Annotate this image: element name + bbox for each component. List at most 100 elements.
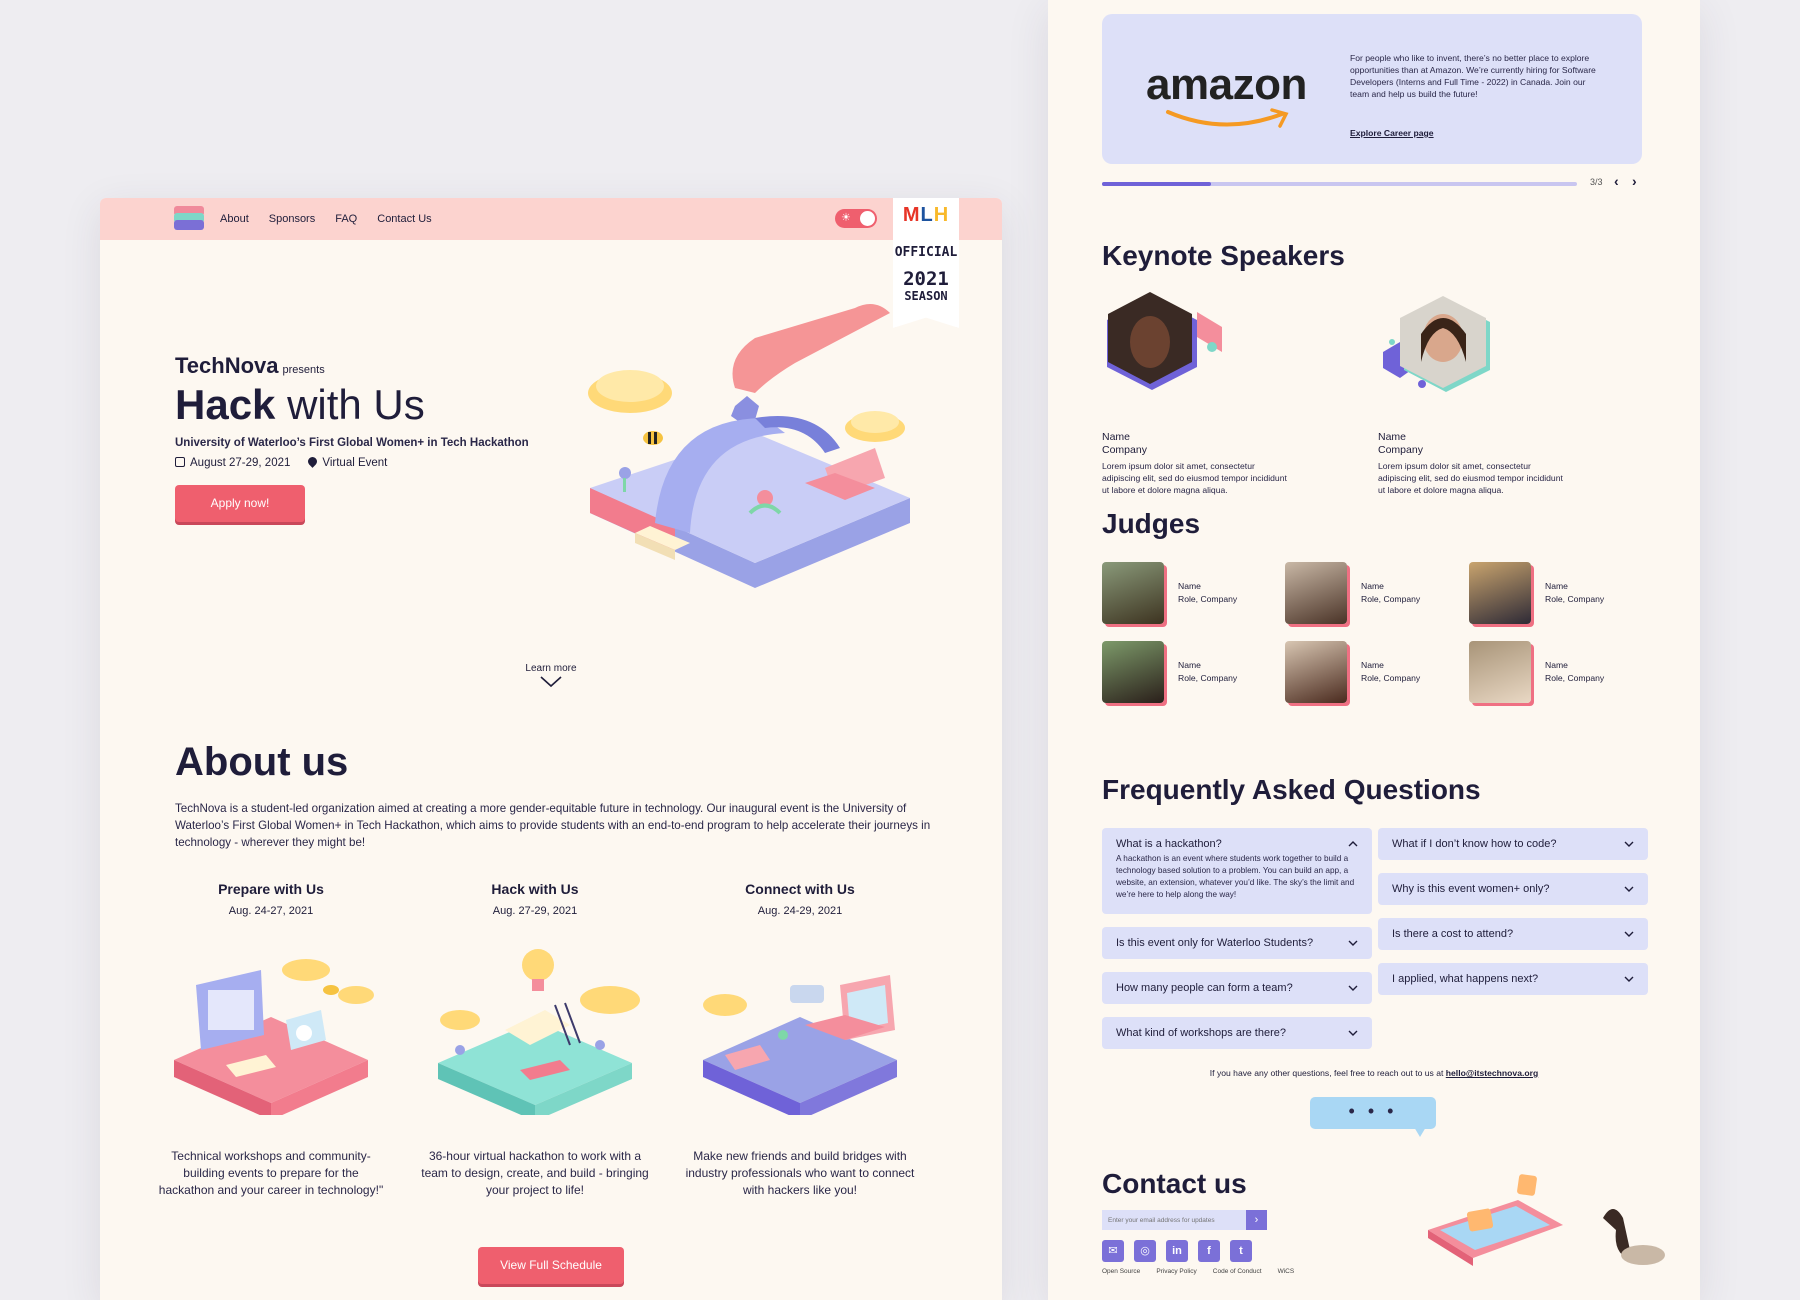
- hero-illustration: [588, 304, 910, 588]
- contact-title: Contact us: [1102, 1168, 1247, 1199]
- faq-question: Is this event only for Waterloo Students…: [1116, 937, 1314, 949]
- view-schedule-button[interactable]: View Full Schedule: [478, 1247, 624, 1284]
- faq-question: What kind of workshops are there?: [1116, 1027, 1286, 1039]
- about-column-hack: Hack with Us Aug. 27-29, 2021 36-hour vi…: [420, 881, 650, 1199]
- amazon-logo: amazon: [1146, 60, 1307, 109]
- connect-illustration: [703, 975, 897, 1120]
- speaker-photo: [1383, 296, 1490, 392]
- nav-link-faq[interactable]: FAQ: [335, 213, 357, 225]
- sponsor-card: amazon For people who like to invent, th…: [1102, 14, 1642, 164]
- hero-brand: TechNova presents: [175, 353, 325, 378]
- faq-item[interactable]: Why is this event women+ only?: [1378, 873, 1648, 905]
- faq-item[interactable]: Is there a cost to attend?: [1378, 918, 1648, 950]
- column-title: Connect with Us: [745, 881, 855, 897]
- judge-info: Name Role, Company: [1361, 581, 1421, 604]
- chevron-down-icon: [1624, 976, 1634, 982]
- keynote-speaker-card: Name Company Lorem ipsum dolor sit amet, …: [1102, 292, 1292, 496]
- faq-question: What if I don’t know how to code?: [1392, 838, 1557, 850]
- faq-question: Why is this event women+ only?: [1392, 883, 1550, 895]
- footer-link-wics[interactable]: WiCS: [1278, 1268, 1295, 1275]
- faq-answer: A hackathon is an event where students w…: [1116, 854, 1355, 899]
- judge-photo: [1285, 641, 1347, 703]
- sponsor-progress-fill: [1102, 182, 1212, 186]
- judge-info: Name Role, Company: [1361, 660, 1421, 683]
- about-title: About us: [175, 740, 349, 784]
- about-column-prepare: Prepare with Us Aug. 24-27, 2021 Technic…: [156, 881, 386, 1199]
- sun-icon: ☀: [841, 212, 851, 224]
- column-title: Prepare with Us: [218, 881, 324, 897]
- hero-subtitle: University of Waterloo’s First Global Wo…: [175, 437, 529, 449]
- judge-info: Name Role, Company: [1178, 581, 1238, 604]
- faq-contact-note: If you have any other questions, feel fr…: [1209, 1068, 1539, 1078]
- judge-photo: [1469, 641, 1531, 703]
- faq-question: I applied, what happens next?: [1392, 973, 1539, 985]
- landing-page-right: amazon For people who like to invent, th…: [1048, 0, 1700, 1300]
- email-submit-button[interactable]: ›: [1246, 1210, 1267, 1230]
- location-pin-icon: [306, 455, 320, 468]
- footer-links: Open Source Privacy Policy Code of Condu…: [1102, 1268, 1294, 1275]
- column-description: 36-hour virtual hackathon to work with a…: [421, 1149, 649, 1197]
- faq-item[interactable]: How many people can form a team?: [1102, 972, 1372, 1004]
- hack-illustration: [438, 949, 640, 1121]
- judge-card: Name Role, Company: [1102, 562, 1237, 624]
- judge-card: Name Role, Company: [1469, 562, 1604, 624]
- mlh-logo: MLH: [902, 204, 950, 226]
- judges-title: Judges: [1102, 508, 1201, 539]
- judge-card: Name Role, Company: [1285, 562, 1420, 624]
- mlh-official-label: OFFICIAL: [894, 245, 958, 260]
- faq-item[interactable]: What if I don’t know how to code?: [1378, 828, 1648, 860]
- nav-link-contact[interactable]: Contact Us: [377, 213, 431, 225]
- chat-bubble-tail: [1414, 1127, 1426, 1137]
- chevron-down-icon: [1348, 1030, 1358, 1036]
- twitter-icon[interactable]: t: [1230, 1240, 1252, 1262]
- faq-item[interactable]: What kind of workshops are there?: [1102, 1017, 1372, 1049]
- chevron-down-icon: [1348, 985, 1358, 991]
- footer-link-open-source[interactable]: Open Source: [1102, 1268, 1140, 1275]
- chevron-down-icon: [1348, 940, 1358, 946]
- apply-button[interactable]: Apply now!: [175, 485, 305, 522]
- faq-item[interactable]: Is this event only for Waterloo Students…: [1102, 927, 1372, 959]
- nav-link-sponsors[interactable]: Sponsors: [269, 213, 315, 225]
- chevron-left-icon[interactable]: ‹: [1614, 173, 1619, 189]
- chevron-right-icon[interactable]: ›: [1632, 173, 1637, 189]
- technova-logo[interactable]: [174, 206, 204, 232]
- facebook-icon[interactable]: f: [1198, 1240, 1220, 1262]
- speaker-name: Name Company: [1102, 431, 1147, 456]
- column-title: Hack with Us: [491, 881, 579, 897]
- judge-card: Name Role, Company: [1285, 641, 1420, 703]
- email-field[interactable]: [1102, 1210, 1246, 1230]
- newsletter-form: ›: [1102, 1210, 1267, 1230]
- faq-item[interactable]: What is a hackathon? A hackathon is an e…: [1102, 828, 1372, 914]
- sponsor-progress: [1102, 182, 1577, 186]
- contact-email-link[interactable]: hello@itstechnova.org: [1446, 1068, 1538, 1078]
- theme-toggle[interactable]: ☀: [835, 209, 877, 228]
- learn-more-label: Learn more: [525, 663, 577, 674]
- about-text: TechNova is a student-led organization a…: [175, 802, 931, 849]
- speaker-photo: [1107, 292, 1222, 390]
- judge-info: Name Role, Company: [1178, 660, 1238, 683]
- sponsor-description: For people who like to invent, there’s n…: [1350, 53, 1596, 99]
- instagram-icon[interactable]: ◎: [1134, 1240, 1156, 1262]
- amazon-smile-icon: [1166, 108, 1289, 128]
- email-icon[interactable]: ✉: [1102, 1240, 1124, 1262]
- linkedin-icon[interactable]: in: [1166, 1240, 1188, 1262]
- hero-title: Hack with Us: [175, 381, 425, 428]
- footer-link-conduct[interactable]: Code of Conduct: [1213, 1268, 1262, 1275]
- learn-more[interactable]: Learn more: [100, 663, 1002, 688]
- speaker-bio: Lorem ipsum dolor sit amet, consectetur …: [1102, 461, 1287, 495]
- judge-info: Name Role, Company: [1545, 660, 1605, 683]
- chat-bubble-icon: • • •: [1310, 1097, 1436, 1129]
- judge-photo: [1285, 562, 1347, 624]
- judge-card: Name Role, Company: [1102, 641, 1237, 703]
- contact-illustration: [1428, 1174, 1665, 1266]
- hero: TechNova presents Hack with Us University…: [175, 353, 529, 522]
- prepare-illustration: [174, 959, 374, 1120]
- social-links: ✉ ◎ in f t: [1102, 1240, 1252, 1262]
- explore-career-link[interactable]: Explore Career page: [1350, 128, 1434, 138]
- nav-link-about[interactable]: About: [220, 213, 249, 225]
- footer-link-privacy[interactable]: Privacy Policy: [1156, 1268, 1196, 1275]
- faq-item[interactable]: I applied, what happens next?: [1378, 963, 1648, 995]
- faq-question: How many people can form a team?: [1116, 982, 1293, 994]
- sponsor-pager: 3/3: [1590, 177, 1603, 187]
- column-date: Aug. 24-29, 2021: [757, 905, 843, 917]
